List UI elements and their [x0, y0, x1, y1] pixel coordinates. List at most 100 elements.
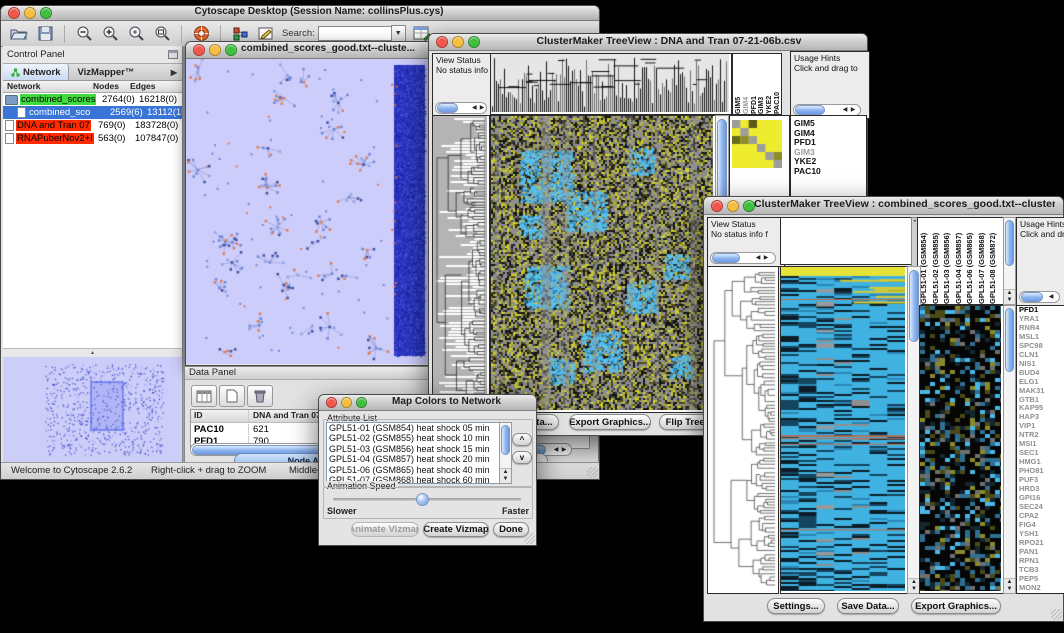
zoom-in-icon[interactable]	[100, 25, 120, 43]
attribute-item-1[interactable]: GPL51-02 (GSM855) heat shock 10 min	[329, 433, 501, 443]
attribute-select-icon[interactable]	[191, 385, 217, 407]
zoom-button[interactable]	[40, 7, 52, 19]
minimize-button[interactable]	[727, 200, 739, 212]
close-button[interactable]	[436, 36, 448, 48]
birdseye-view[interactable]	[3, 356, 180, 461]
scroll-left-icon[interactable]: ◀	[470, 104, 478, 112]
attribute-item-4[interactable]: GPL51-06 (GSM865) heat shock 40 min	[329, 465, 501, 475]
attribute-item-3[interactable]: GPL51-04 (GSM857) heat shock 20 min	[329, 454, 501, 464]
tv1-heatmap[interactable]	[491, 116, 713, 410]
tv1-gene-label-5[interactable]: PAC10	[794, 167, 866, 177]
close-button[interactable]	[326, 397, 337, 408]
resize-grip[interactable]	[1051, 609, 1062, 620]
tv2-usage-hscrollbar[interactable]: ◀	[1019, 291, 1060, 303]
network-canvas[interactable]	[186, 59, 430, 364]
zoom-fit-icon[interactable]	[152, 25, 172, 43]
main-titlebar[interactable]: Cytoscape Desktop (Session Name: collins…	[1, 6, 599, 21]
attribute-list-vscrollbar[interactable]: ▲▼	[499, 422, 512, 484]
scrollbar-thumb[interactable]	[1005, 220, 1014, 266]
close-button[interactable]	[8, 7, 20, 19]
tv1-row-dendrogram[interactable]	[433, 116, 487, 410]
tv2-heatmap[interactable]	[781, 267, 905, 591]
scroll-arrows[interactable]: ▲▼	[1004, 578, 1015, 593]
scroll-arrows[interactable]: ▲▼	[500, 468, 511, 483]
scroll-arrows[interactable]: ▲▼	[1004, 289, 1015, 304]
zoom-button[interactable]	[356, 397, 367, 408]
create-vizmap-button[interactable]: Create Vizmap	[423, 522, 489, 537]
tv1-titlebar[interactable]: ClusterMaker TreeView : DNA and Tran 07-…	[429, 34, 867, 51]
search-input[interactable]	[318, 26, 391, 41]
scrollbar-thumb[interactable]	[909, 270, 919, 342]
resize-grip[interactable]	[524, 533, 535, 544]
float-panel-icon[interactable]	[168, 50, 178, 59]
dialog-titlebar[interactable]: Map Colors to Network	[319, 395, 536, 411]
splitter-handle[interactable]: ▴	[3, 348, 182, 357]
tv1-status-hscrollbar[interactable]: ◀ ▶	[435, 102, 487, 114]
scrollbar-thumb[interactable]	[501, 425, 510, 455]
move-down-button[interactable]: v	[512, 451, 532, 464]
scroll-right-icon[interactable]: ▶	[478, 104, 486, 112]
network-nodes-icon[interactable]	[230, 25, 250, 43]
minimize-button[interactable]	[209, 44, 221, 56]
scrollbar-thumb[interactable]	[1005, 308, 1014, 372]
network-row-1[interactable]: combined_sco2569(6)13112(15)	[3, 106, 182, 119]
attribute-item-0[interactable]: GPL51-01 (GSM854) heat shock 05 min	[329, 423, 501, 433]
tv2-zoom-heatmap[interactable]	[920, 306, 1001, 591]
tv2-gene-list-vscrollbar[interactable]: ▲▼	[1003, 305, 1016, 594]
tv2-row-dendrogram[interactable]	[708, 267, 776, 591]
scroll-right-icon[interactable]: ▶	[560, 446, 568, 454]
tv2-column-labels-vscrollbar[interactable]: ▲▼	[1003, 217, 1016, 305]
tv2-status-hscrollbar[interactable]: ◀ ▶	[710, 252, 776, 264]
scroll-right-icon[interactable]: ▶	[762, 254, 770, 262]
scroll-left-icon[interactable]: ◀	[754, 254, 762, 262]
tab-network[interactable]: Network	[3, 64, 69, 80]
speed-slider-thumb[interactable]	[416, 493, 429, 506]
tv2-gene-label-31[interactable]: MON2	[1019, 584, 1064, 593]
col-edges[interactable]: Edges	[130, 81, 156, 92]
tv1-button-1[interactable]: Export Graphics...	[569, 414, 651, 430]
tv2-button-1[interactable]: Save Data...	[837, 598, 899, 614]
scroll-left-icon[interactable]: ◀	[552, 446, 560, 454]
minimize-button[interactable]	[452, 36, 464, 48]
zoom-out-icon[interactable]	[74, 25, 94, 43]
scroll-left-icon[interactable]: ◀	[1047, 293, 1055, 301]
attr-col-id[interactable]: ID	[191, 410, 249, 422]
scroll-right-icon[interactable]: ▶	[849, 106, 857, 114]
zoom-selected-icon[interactable]	[126, 25, 146, 43]
resize-grip[interactable]	[587, 467, 598, 478]
zoom-button[interactable]	[225, 44, 237, 56]
network-window-titlebar[interactable]: combined_scores_good.txt--cluste...	[186, 42, 432, 59]
close-button[interactable]	[193, 44, 205, 56]
save-icon[interactable]	[35, 25, 55, 43]
tab-vizmapper[interactable]: VizMapper™	[69, 64, 142, 80]
close-button[interactable]	[711, 200, 723, 212]
delete-attribute-icon[interactable]	[247, 385, 273, 407]
new-attribute-icon[interactable]	[219, 385, 245, 407]
network-row-3[interactable]: RNAPuberNov2+I563(0)107847(0)	[3, 132, 182, 145]
tv2-column-dendrogram-panel[interactable]	[780, 217, 912, 265]
tv2-titlebar[interactable]: ClusterMaker TreeView : combined_scores_…	[704, 197, 1063, 215]
zoom-button[interactable]	[468, 36, 480, 48]
tab-overflow-arrow[interactable]: ▶	[166, 64, 182, 80]
tv2-button-0[interactable]: Settings...	[767, 598, 825, 614]
scrollbar-thumb[interactable]	[795, 105, 825, 115]
col-network[interactable]: Network	[3, 81, 93, 92]
scrollbar-thumb[interactable]	[437, 103, 458, 113]
animate-vizmap-button[interactable]: Animate Vizmap	[351, 522, 419, 537]
scrollbar-thumb[interactable]	[712, 253, 740, 263]
scrollbar-thumb[interactable]	[1021, 292, 1043, 302]
tv1-zoom-matrix[interactable]	[732, 120, 782, 168]
zoom-button[interactable]	[743, 200, 755, 212]
scroll-left-icon[interactable]: ◀	[841, 106, 849, 114]
attribute-item-2[interactable]: GPL51-03 (GSM856) heat shock 15 min	[329, 444, 501, 454]
open-file-icon[interactable]	[9, 25, 29, 43]
network-row-0[interactable]: combined_scores2764(0)16218(0)	[3, 93, 182, 106]
help-lifesaver-icon[interactable]	[191, 25, 211, 43]
tv1-column-dendrogram[interactable]	[491, 54, 729, 112]
annotation-icon[interactable]	[256, 25, 276, 43]
tv2-button-2[interactable]: Export Graphics...	[911, 598, 1001, 614]
minimize-button[interactable]	[24, 7, 36, 19]
search-dropdown-arrow-icon[interactable]: ▼	[391, 25, 406, 42]
move-up-button[interactable]: ^	[512, 433, 532, 446]
col-nodes[interactable]: Nodes	[93, 81, 130, 92]
